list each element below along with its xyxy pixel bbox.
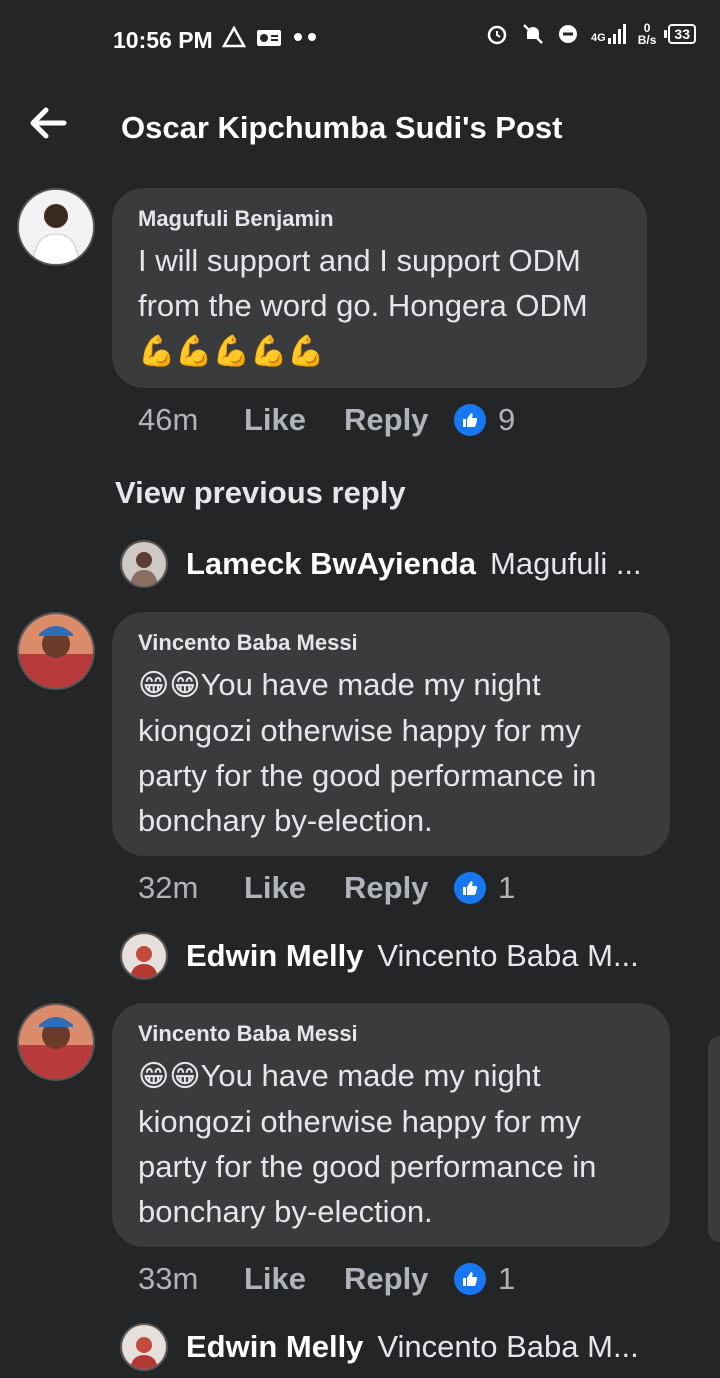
reply-author: Edwin Melly: [186, 938, 364, 973]
reaction-count[interactable]: 9: [498, 402, 515, 438]
comment-bubble[interactable]: Vincento Baba Messi 😁😁You have made my n…: [112, 612, 670, 856]
comment-bubble[interactable]: Magufuli Benjamin I will support and I s…: [112, 188, 647, 388]
comment-author[interactable]: Vincento Baba Messi: [138, 1021, 644, 1047]
emoji-grin: 😁😁: [138, 1060, 201, 1093]
reply-button[interactable]: Reply: [344, 1261, 454, 1297]
radio-icon: [257, 30, 281, 46]
comment-text: 😁😁You have made my night kiongozi otherw…: [138, 1053, 644, 1234]
thumbs-up-icon[interactable]: [454, 1263, 486, 1295]
comment-actions: 33m Like Reply 1: [138, 1261, 515, 1297]
reply-button[interactable]: Reply: [344, 870, 454, 906]
comment-actions: 32m Like Reply 1: [138, 870, 515, 906]
do-not-disturb-icon: [559, 25, 578, 43]
profile-photo: [122, 934, 166, 978]
profile-photo: [19, 1005, 93, 1079]
status-right-icons: 4G 0 B/s 33: [485, 22, 696, 46]
thumbs-up-icon[interactable]: [454, 872, 486, 904]
alarm-icon: [487, 25, 507, 45]
app-header: Oscar Kipchumba Sudi's Post: [0, 90, 720, 166]
reaction-count[interactable]: 1: [498, 1261, 515, 1297]
network-type: 4G: [591, 32, 606, 44]
comment-text: 😁😁You have made my night kiongozi otherw…: [138, 662, 644, 843]
avatar[interactable]: [17, 1003, 95, 1081]
comment-time: 33m: [138, 1261, 199, 1296]
back-arrow-icon[interactable]: [28, 106, 68, 140]
status-left-icons: [222, 26, 318, 48]
mute-icon: [523, 24, 543, 44]
status-bar: 10:56 PM 4G 0 B/s 33: [0, 0, 720, 80]
avatar[interactable]: [17, 188, 95, 266]
battery-icon: 33: [664, 24, 696, 44]
profile-photo: [19, 190, 93, 264]
reply-preview[interactable]: Edwin Melly Vincento Baba M...: [120, 1323, 639, 1371]
like-button[interactable]: Like: [244, 402, 344, 438]
view-previous-reply-link[interactable]: View previous reply: [115, 475, 406, 511]
avatar[interactable]: [120, 1323, 168, 1371]
warning-icon: [222, 26, 246, 48]
profile-photo: [122, 542, 166, 586]
emoji-muscles: 💪💪💪💪💪: [138, 335, 325, 368]
comment-body: You have made my night kiongozi otherwis…: [138, 667, 597, 838]
comment-text: I will support and I support ODM from th…: [138, 238, 621, 374]
reply-preview[interactable]: Lameck BwAyienda Magufuli ...: [120, 540, 642, 588]
battery-level: 33: [674, 26, 690, 42]
edge-scroll-handle[interactable]: [708, 1036, 720, 1242]
avatar[interactable]: [120, 540, 168, 588]
like-button[interactable]: Like: [244, 1261, 344, 1297]
avatar[interactable]: [17, 612, 95, 690]
reply-author: Lameck BwAyienda: [186, 546, 477, 581]
comment-time: 46m: [138, 402, 199, 437]
status-time: 10:56 PM: [113, 27, 213, 53]
page-title: Oscar Kipchumba Sudi's Post: [121, 110, 563, 145]
more-notifications-icon: [294, 33, 316, 41]
reply-preview[interactable]: Edwin Melly Vincento Baba M...: [120, 932, 639, 980]
reply-preview-text: Vincento Baba M...: [377, 938, 639, 973]
reply-preview-text: Vincento Baba M...: [377, 1329, 639, 1364]
comment-time: 32m: [138, 870, 199, 905]
signal-bars-icon: [607, 24, 626, 44]
profile-photo: [19, 614, 93, 688]
like-button[interactable]: Like: [244, 870, 344, 906]
comment-author[interactable]: Magufuli Benjamin: [138, 206, 621, 232]
thumbs-up-icon[interactable]: [454, 404, 486, 436]
reply-preview-text: Magufuli ...: [490, 546, 642, 581]
reaction-count[interactable]: 1: [498, 870, 515, 906]
profile-photo: [122, 1325, 166, 1369]
comment-actions: 46m Like Reply 9: [138, 402, 515, 438]
reply-button[interactable]: Reply: [344, 402, 454, 438]
reply-author: Edwin Melly: [186, 1329, 364, 1364]
speed-unit: B/s: [637, 33, 657, 47]
emoji-grin: 😁😁: [138, 669, 201, 702]
network-speed: 0 B/s: [638, 22, 657, 46]
comment-author[interactable]: Vincento Baba Messi: [138, 630, 644, 656]
avatar[interactable]: [120, 932, 168, 980]
comment-body: You have made my night kiongozi otherwis…: [138, 1058, 597, 1229]
signal-indicator: 4G: [591, 24, 626, 44]
comment-bubble[interactable]: Vincento Baba Messi 😁😁You have made my n…: [112, 1003, 670, 1247]
comment-body: I will support and I support ODM from th…: [138, 243, 588, 323]
